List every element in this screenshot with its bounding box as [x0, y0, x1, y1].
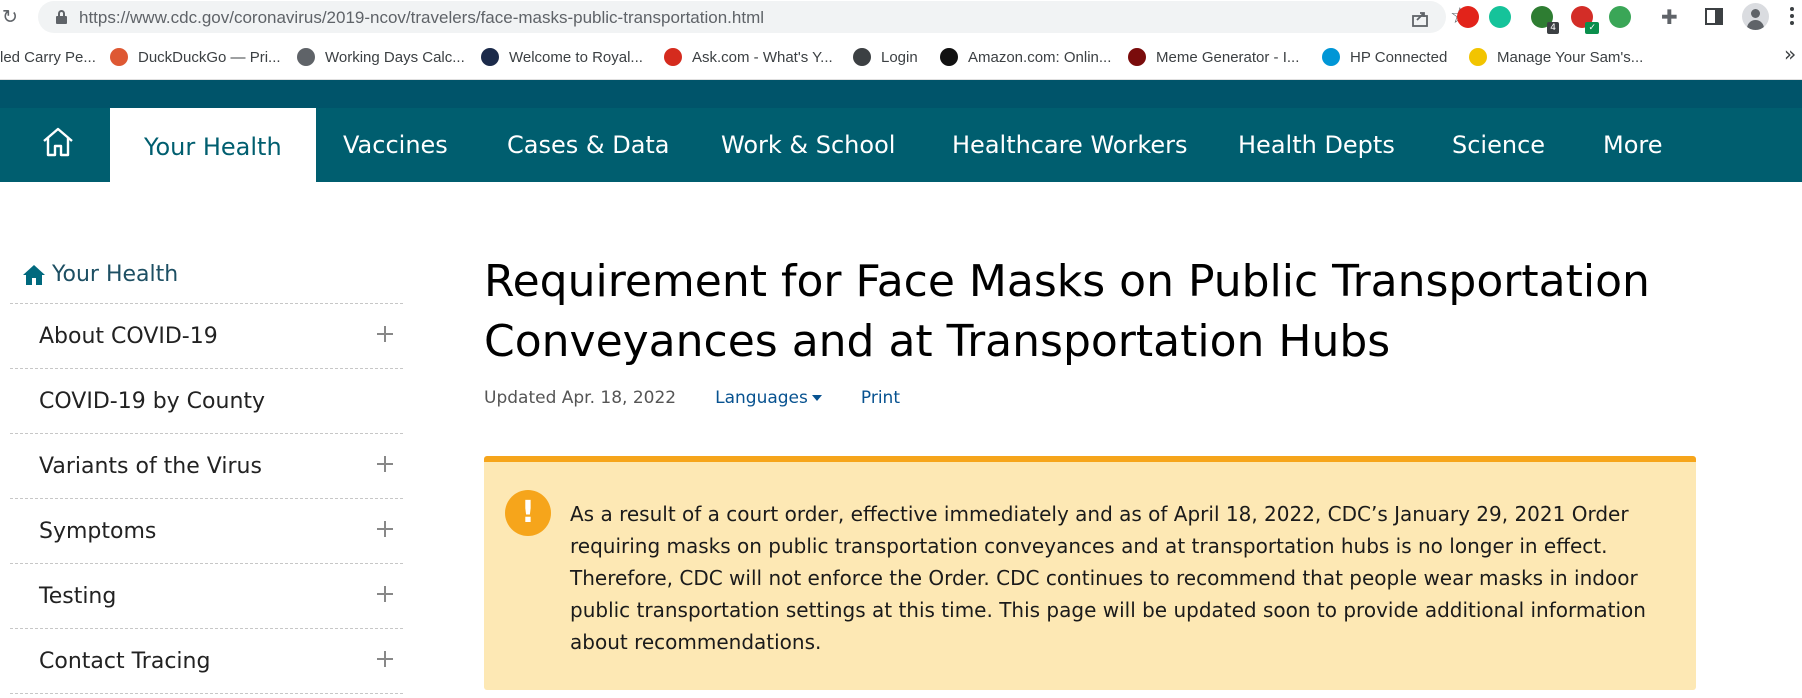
amazon-icon	[940, 48, 958, 66]
meme-generator-icon	[1128, 48, 1146, 66]
sidebar-header-label: Your Health	[52, 262, 179, 287]
bookmark-label: Working Days Calc...	[325, 48, 465, 66]
sams-club-icon	[1469, 48, 1487, 66]
url-text[interactable]: https://www.cdc.gov/coronavirus/2019-nco…	[79, 8, 764, 28]
sidebar-item-variants-of-the-virus[interactable]: Variants of the Virus	[10, 434, 403, 499]
side-panel-icon[interactable]	[1705, 8, 1723, 25]
bookmarks-overflow-icon[interactable]: »	[1784, 42, 1796, 66]
sidebar-item-testing[interactable]: Testing	[10, 564, 403, 629]
page-meta: Updated Apr. 18, 2022 Languages Print	[484, 386, 900, 410]
reload-icon[interactable]: ↻	[2, 6, 20, 28]
bookmark-item[interactable]: Working Days Calc...	[297, 45, 465, 69]
sidebar-item-label: Contact Tracing	[39, 648, 211, 674]
nav-item-healthcare-workers[interactable]: Healthcare Workers	[918, 108, 1222, 182]
sidebar-header[interactable]: Your Health	[10, 246, 403, 304]
adblock-icon[interactable]	[1457, 6, 1479, 28]
nav-item-more[interactable]: More	[1569, 108, 1697, 182]
bookmark-label: Meme Generator - I...	[1156, 48, 1300, 66]
print-link[interactable]: Print	[861, 388, 900, 408]
duckduckgo-icon	[110, 48, 128, 66]
address-bar[interactable]: https://www.cdc.gov/coronavirus/2019-nco…	[38, 1, 1470, 33]
bookmark-label: Login	[881, 48, 918, 66]
nav-item-your-health[interactable]: Your Health	[110, 108, 316, 182]
bookmark-label: Manage Your Sam's...	[1497, 48, 1644, 66]
extension-badge: 4	[1547, 22, 1559, 34]
lock-icon[interactable]	[56, 10, 67, 24]
sidebar-item-label: About COVID-19	[39, 323, 218, 349]
hp-icon	[1322, 48, 1340, 66]
sidebar-item-symptoms[interactable]: Symptoms	[10, 499, 403, 564]
bookmark-label: Ask.com - What's Y...	[692, 48, 833, 66]
nav-home[interactable]	[0, 108, 110, 182]
lastpass-icon[interactable]: ✓	[1571, 6, 1599, 34]
bookmark-label: led Carry Pe...	[0, 48, 96, 66]
extensions-puzzle-icon[interactable]: ✚	[1661, 5, 1678, 29]
sidebar-item-covid-19-by-county[interactable]: COVID-19 by County	[10, 369, 403, 434]
exclamation-icon: !	[505, 490, 551, 536]
bookmark-label: Amazon.com: Onlin...	[968, 48, 1112, 66]
home-icon	[43, 127, 73, 157]
nav-item-health-depts[interactable]: Health Depts	[1204, 108, 1429, 182]
globe-icon	[297, 48, 315, 66]
left-sidebar: Your Health About COVID-19 COVID-19 by Co…	[10, 246, 403, 694]
expand-plus-icon[interactable]	[377, 456, 393, 472]
shield-extension-icon[interactable]: 4	[1531, 6, 1559, 34]
caret-down-icon	[811, 395, 822, 401]
alert-text: As a result of a court order, effective …	[570, 502, 1646, 654]
bookmark-item[interactable]: Amazon.com: Onlin...	[940, 45, 1111, 69]
share-icon[interactable]	[1410, 8, 1430, 28]
nav-item-science[interactable]: Science	[1418, 108, 1579, 182]
bookmark-item[interactable]: DuckDuckGo — Pri...	[110, 45, 281, 69]
nav-item-work-school[interactable]: Work & School	[687, 108, 929, 182]
grammarly-icon[interactable]	[1489, 6, 1511, 28]
updated-date: Updated Apr. 18, 2022	[484, 388, 677, 408]
browser-menu-icon[interactable]	[1790, 7, 1794, 27]
login-c-icon	[853, 48, 871, 66]
expand-plus-icon[interactable]	[377, 521, 393, 537]
expand-plus-icon[interactable]	[377, 326, 393, 342]
bookmark-item[interactable]: Manage Your Sam's...	[1469, 45, 1643, 69]
sidebar-item-contact-tracing[interactable]: Contact Tracing	[10, 629, 403, 694]
bookmark-item[interactable]: led Carry Pe...	[0, 45, 96, 69]
browser-toolbar: ↻ https://www.cdc.gov/coronavirus/2019-n…	[0, 0, 1802, 34]
bookmark-item[interactable]: HP Connected	[1322, 45, 1447, 69]
nav-item-vaccines[interactable]: Vaccines	[309, 108, 482, 182]
profile-avatar-icon[interactable]	[1742, 3, 1769, 30]
sidebar-home-icon	[23, 264, 45, 285]
sidebar-item-label: Variants of the Virus	[39, 453, 262, 479]
b-plus-icon[interactable]	[1609, 6, 1631, 28]
extension-badge: ✓	[1585, 22, 1599, 34]
page-title: Requirement for Face Masks on Public Tra…	[484, 256, 1650, 367]
bookmark-item[interactable]: Meme Generator - I...	[1128, 45, 1299, 69]
nav-item-cases-data[interactable]: Cases & Data	[473, 108, 704, 182]
languages-dropdown[interactable]: Languages	[715, 388, 822, 408]
site-navigation: Your Health Vaccines Cases & Data Work & Sc…	[0, 80, 1802, 182]
sidebar-item-about-covid-19[interactable]: About COVID-19	[10, 304, 403, 369]
languages-label: Languages	[715, 388, 808, 408]
expand-plus-icon[interactable]	[377, 651, 393, 667]
bookmark-item[interactable]: Ask.com - What's Y...	[664, 45, 833, 69]
ask-icon	[664, 48, 682, 66]
bookmark-label: HP Connected	[1350, 48, 1448, 66]
royal-caribbean-icon	[481, 48, 499, 66]
bookmarks-bar: » led Carry Pe... DuckDuckGo — Pri... Work…	[0, 34, 1802, 80]
expand-plus-icon[interactable]	[377, 586, 393, 602]
site-header-strip	[0, 80, 1802, 108]
bookmark-label: Welcome to Royal...	[509, 48, 643, 66]
sidebar-item-label: Symptoms	[39, 518, 157, 544]
alert-callout: ! As a result of a court order, effectiv…	[484, 456, 1696, 690]
bookmark-label: DuckDuckGo — Pri...	[138, 48, 281, 66]
bookmark-item[interactable]: Welcome to Royal...	[481, 45, 643, 69]
sidebar-item-label: COVID-19 by County	[39, 388, 266, 414]
bookmark-item[interactable]: Login	[853, 45, 918, 69]
sidebar-item-label: Testing	[39, 583, 117, 609]
